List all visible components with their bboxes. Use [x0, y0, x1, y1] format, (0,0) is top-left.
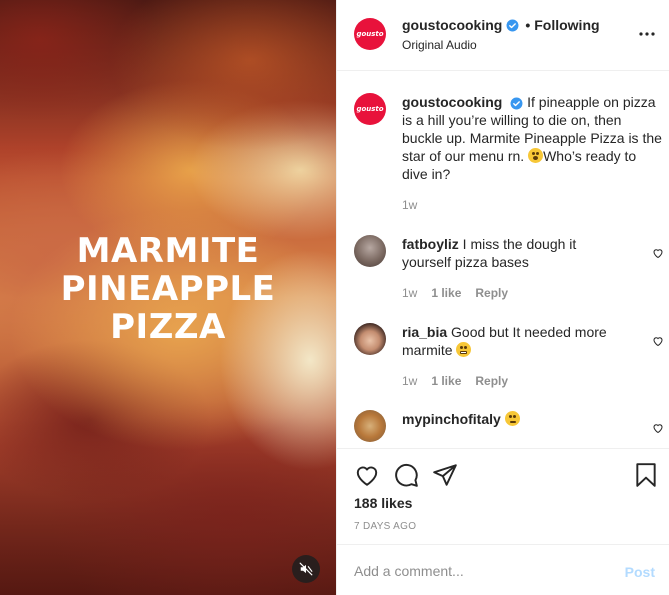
video-overlay-title: MARMITE PINEAPPLE PIZZA: [0, 232, 336, 346]
heart-icon[interactable]: [652, 335, 664, 347]
header-username-row: goustocooking • Following: [402, 17, 600, 33]
avatar-logo-text: gousto: [356, 30, 384, 38]
more-options-icon[interactable]: [639, 26, 655, 42]
comment-text: ria_bia Good but It needed more marmite: [402, 323, 622, 359]
avatar[interactable]: gousto: [354, 93, 386, 125]
bookmark-icon[interactable]: [633, 462, 659, 488]
astonished-face-emoji-icon: [528, 148, 544, 163]
video-media[interactable]: MARMITE PINEAPPLE PIZZA: [0, 0, 336, 595]
speaker-muted-icon: [299, 562, 313, 576]
separator-dot: •: [525, 17, 531, 33]
comment-text: mypinchofitaly: [402, 410, 622, 428]
comment-timestamp[interactable]: 1w: [402, 286, 417, 300]
comment-username[interactable]: mypinchofitaly: [402, 411, 501, 427]
comment-icon[interactable]: [393, 462, 419, 488]
video-title-line: PINEAPPLE: [60, 269, 276, 309]
verified-badge-icon: [506, 19, 519, 32]
comment-text: fatboyliz I miss the dough it yourself p…: [402, 235, 622, 271]
following-button[interactable]: Following: [534, 17, 599, 33]
username-link[interactable]: goustocooking: [402, 17, 502, 33]
post-timestamp[interactable]: 7 DAYS AGO: [354, 521, 416, 532]
send-icon[interactable]: [432, 462, 458, 488]
grimacing-face-emoji-icon: [456, 342, 472, 357]
mute-button[interactable]: [292, 555, 320, 583]
reply-button[interactable]: Reply: [475, 374, 508, 388]
heart-icon[interactable]: [354, 462, 380, 488]
heart-icon[interactable]: [652, 422, 664, 434]
reply-button[interactable]: Reply: [475, 286, 508, 300]
avatar[interactable]: [354, 410, 386, 442]
post-button[interactable]: Post: [625, 564, 655, 580]
post-actions: 188 likes 7 DAYS AGO: [337, 448, 669, 544]
video-title-line: MARMITE: [76, 231, 260, 271]
avatar[interactable]: gousto: [354, 18, 386, 50]
comment-username[interactable]: ria_bia: [402, 324, 447, 340]
add-comment-bar: Post: [337, 544, 669, 595]
verified-badge-icon: [510, 97, 523, 110]
avatar[interactable]: [354, 323, 386, 355]
worried-face-emoji-icon: [504, 411, 520, 426]
avatar-logo-text: gousto: [356, 105, 384, 113]
comment-input[interactable]: [354, 561, 594, 581]
comment-username[interactable]: fatboyliz: [402, 236, 459, 252]
caption-timestamp[interactable]: 1w: [402, 198, 417, 212]
comments-list[interactable]: gousto goustocooking If pineapple on piz…: [337, 71, 669, 448]
post-modal: MARMITE PINEAPPLE PIZZA gousto goustocoo…: [0, 0, 669, 595]
audio-link[interactable]: Original Audio: [402, 38, 477, 52]
video-title-line: PIZZA: [110, 307, 226, 347]
post-side-panel: gousto goustocooking • Following Origina…: [336, 0, 669, 595]
likes-count[interactable]: 188 likes: [354, 495, 412, 511]
comment-meta: 1w 1 like Reply: [402, 374, 508, 388]
comment-meta: 1w 1 like Reply: [402, 286, 508, 300]
caption-text: goustocooking If pineapple on pizza is a…: [402, 93, 662, 183]
avatar[interactable]: [354, 235, 386, 267]
comment-likes[interactable]: 1 like: [431, 374, 461, 388]
caption-username[interactable]: goustocooking: [402, 94, 502, 110]
comment-likes[interactable]: 1 like: [431, 286, 461, 300]
post-header: gousto goustocooking • Following Origina…: [337, 0, 669, 71]
heart-icon[interactable]: [652, 247, 664, 259]
comment-timestamp[interactable]: 1w: [402, 374, 417, 388]
